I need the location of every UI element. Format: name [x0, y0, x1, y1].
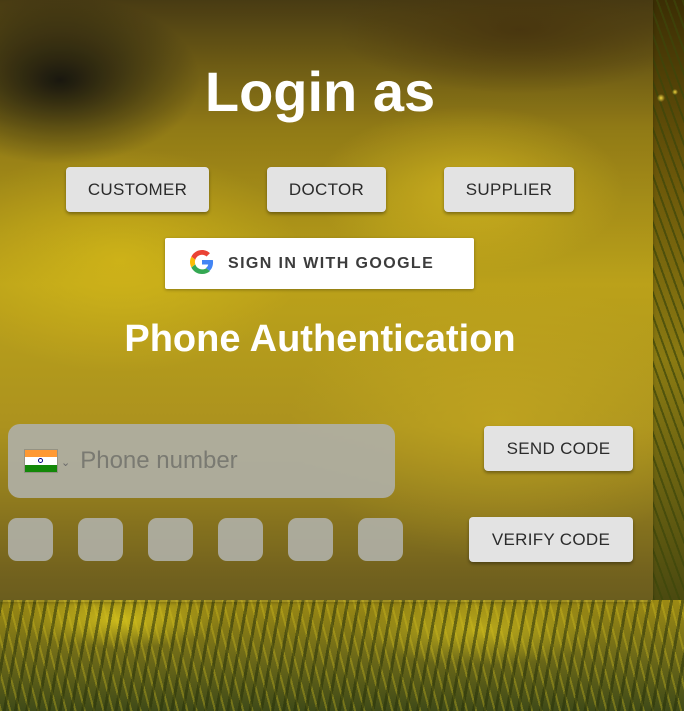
otp-digit-4[interactable] — [218, 518, 263, 561]
chevron-down-icon: ⌄ — [61, 456, 71, 469]
google-signin-button[interactable]: SIGN IN WITH GOOGLE — [165, 238, 474, 289]
google-icon — [190, 250, 214, 277]
phone-input-container: ⌄ — [8, 424, 395, 498]
india-flag-icon — [25, 450, 57, 472]
background-grass — [0, 600, 684, 711]
google-signin-label: SIGN IN WITH GOOGLE — [228, 254, 435, 272]
supplier-button[interactable]: SUPPLIER — [444, 167, 574, 212]
verify-code-button[interactable]: VERIFY CODE — [469, 517, 633, 562]
otp-digit-5[interactable] — [288, 518, 333, 561]
login-title: Login as — [204, 60, 436, 123]
phone-auth-title: Phone Authentication — [124, 318, 516, 360]
otp-digit-2[interactable] — [78, 518, 123, 561]
customer-button[interactable]: CUSTOMER — [66, 167, 209, 212]
send-code-button[interactable]: SEND CODE — [484, 426, 633, 471]
country-select[interactable]: ⌄ — [25, 450, 70, 472]
doctor-button[interactable]: DOCTOR — [267, 167, 386, 212]
background-foliage-right — [653, 0, 684, 600]
otp-digit-6[interactable] — [358, 518, 403, 561]
otp-digit-3[interactable] — [148, 518, 193, 561]
login-card: Login as CUSTOMER DOCTOR SUPPLIER SIGN I… — [0, 0, 653, 602]
otp-digit-1[interactable] — [8, 518, 53, 561]
phone-number-input[interactable] — [78, 440, 383, 482]
